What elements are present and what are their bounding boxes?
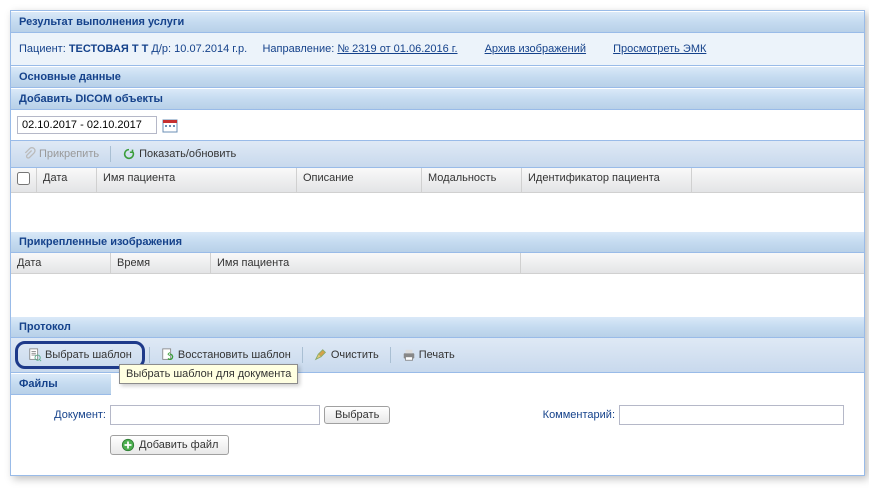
template-icon — [28, 348, 42, 362]
archive-link[interactable]: Архив изображений — [485, 43, 586, 55]
attach-icon — [22, 147, 36, 161]
direction-link[interactable]: № 2319 от 01.06.2016 г. — [337, 43, 457, 55]
print-button[interactable]: Печать — [395, 345, 462, 365]
clear-button[interactable]: Очистить — [307, 345, 386, 365]
col-date2[interactable]: Дата — [11, 253, 111, 273]
printer-icon — [402, 348, 416, 362]
dob-suffix: г.р. — [232, 43, 247, 55]
main-panel: Результат выполнения услуги Пациент: ТЕС… — [10, 10, 865, 476]
print-label: Печать — [419, 349, 455, 361]
patient-label: Пациент: — [19, 43, 66, 55]
comment-input[interactable] — [619, 405, 844, 425]
calendar-icon[interactable] — [162, 117, 178, 133]
restore-template-label: Восстановить шаблон — [178, 349, 291, 361]
broom-icon — [314, 348, 328, 362]
document-input[interactable] — [110, 405, 320, 425]
restore-icon — [161, 348, 175, 362]
attached-grid-header: Дата Время Имя пациента — [11, 253, 864, 274]
dicom-grid-header: Дата Имя пациента Описание Модальность И… — [11, 168, 864, 193]
date-range-input[interactable] — [17, 116, 157, 134]
section-main-data[interactable]: Основные данные — [11, 66, 864, 88]
col-modality[interactable]: Модальность — [422, 168, 522, 192]
refresh-label: Показать/обновить — [139, 148, 236, 160]
select-all-checkbox[interactable] — [17, 172, 30, 185]
patient-info-bar: Пациент: ТЕСТОВАЯ Т Т Д/р: 10.07.2014 г.… — [11, 33, 864, 66]
attach-button: Прикрепить — [15, 144, 106, 164]
emk-link[interactable]: Просмотреть ЭМК — [613, 43, 706, 55]
dicom-toolbar: Прикрепить Показать/обновить — [11, 141, 864, 168]
col-extra2 — [521, 253, 864, 273]
col-patient-id[interactable]: Идентификатор пациента — [522, 168, 692, 192]
document-label: Документ: — [31, 409, 106, 421]
files-area: Документ: Выбрать Комментарий: Добавить … — [11, 395, 864, 475]
tooltip: Выбрать шаблон для документа — [119, 364, 298, 384]
refresh-button[interactable]: Показать/обновить — [115, 144, 243, 164]
col-patient-name2[interactable]: Имя пациента — [211, 253, 521, 273]
col-date[interactable]: Дата — [37, 168, 97, 192]
select-template-label: Выбрать шаблон — [45, 349, 132, 361]
attached-grid-body — [11, 274, 864, 316]
dob-value: 10.07.2014 — [174, 43, 229, 55]
patient-name: ТЕСТОВАЯ Т Т — [69, 43, 149, 55]
clear-label: Очистить — [331, 349, 379, 361]
col-description[interactable]: Описание — [297, 168, 422, 192]
section-files[interactable]: Файлы — [11, 373, 111, 395]
refresh-icon — [122, 147, 136, 161]
dob-label: Д/р: — [151, 43, 171, 55]
select-file-button[interactable]: Выбрать — [324, 406, 390, 424]
comment-label: Комментарий: — [543, 409, 615, 421]
section-dicom[interactable]: Добавить DICOM объекты — [11, 88, 864, 110]
select-template-button[interactable]: Выбрать шаблон — [21, 345, 139, 365]
dicom-grid-body — [11, 193, 864, 231]
date-range-bar — [11, 110, 864, 141]
section-protocol[interactable]: Протокол — [11, 316, 864, 338]
add-file-label: Добавить файл — [139, 439, 218, 451]
plus-icon — [121, 438, 135, 452]
restore-template-button[interactable]: Восстановить шаблон — [154, 345, 298, 365]
direction-label: Направление: — [262, 43, 334, 55]
protocol-toolbar: Выбрать шаблон Восстановить шаблон Очист… — [11, 338, 864, 373]
col-time[interactable]: Время — [111, 253, 211, 273]
checkbox-column[interactable] — [11, 168, 37, 192]
panel-title: Результат выполнения услуги — [11, 11, 864, 33]
attach-label: Прикрепить — [39, 148, 99, 160]
section-attached[interactable]: Прикрепленные изображения — [11, 231, 864, 253]
col-extra — [692, 168, 864, 192]
add-file-button[interactable]: Добавить файл — [110, 435, 229, 455]
col-patient-name[interactable]: Имя пациента — [97, 168, 297, 192]
